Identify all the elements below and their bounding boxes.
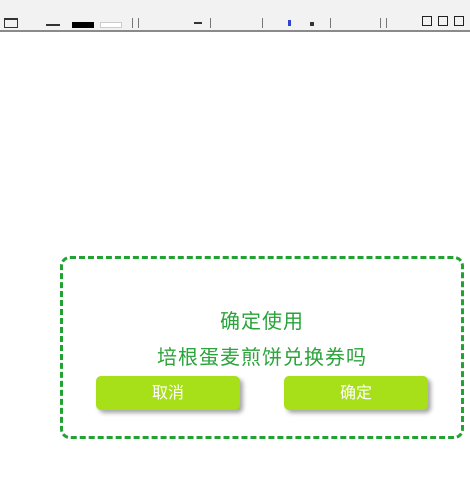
minus-icon[interactable] — [194, 22, 202, 24]
expand-icon[interactable] — [398, 16, 406, 26]
app-window: 确定使用 培根蛋麦煎饼兑换券吗 取消 确定 — [0, 0, 470, 486]
confirm-dialog: 确定使用 培根蛋麦煎饼兑换券吗 取消 确定 — [60, 256, 464, 439]
confirm-button[interactable]: 确定 — [284, 376, 428, 410]
color-swatch-white-icon[interactable] — [100, 22, 122, 28]
marker-icon[interactable] — [310, 22, 314, 26]
line-tool-icon[interactable] — [46, 24, 60, 26]
cursor-icon[interactable] — [288, 20, 291, 26]
window-tile-icon[interactable] — [454, 16, 464, 26]
window-restore-icon[interactable] — [422, 16, 432, 26]
toolbar-separator — [262, 18, 263, 28]
toolbar-separator — [386, 18, 387, 28]
window-icon[interactable] — [4, 18, 18, 28]
toolbar-separator — [132, 18, 133, 28]
toolbar-separator — [138, 18, 139, 28]
toolbar-separator — [330, 18, 331, 28]
dialog-title: 确定使用 — [220, 309, 304, 333]
color-swatch-black-icon[interactable] — [72, 22, 94, 28]
dialog-message: 培根蛋麦煎饼兑换券吗 — [157, 345, 367, 369]
toolbar — [0, 0, 470, 32]
toolbar-separator — [380, 18, 381, 28]
toolbar-separator — [210, 18, 211, 28]
cancel-button[interactable]: 取消 — [96, 376, 240, 410]
window-copy-icon[interactable] — [438, 16, 448, 26]
